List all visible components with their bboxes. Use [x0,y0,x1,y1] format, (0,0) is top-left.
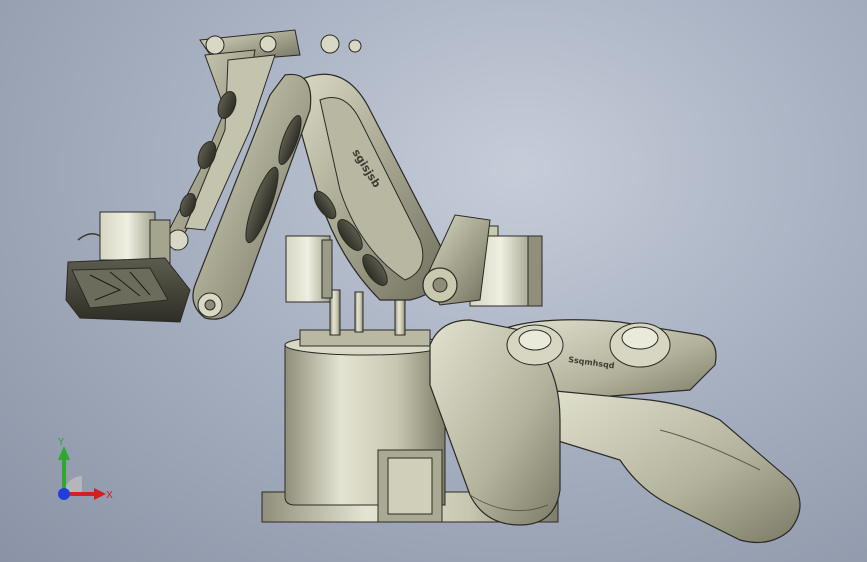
left-stepper-motor[interactable] [285,235,333,303]
x-axis-label: X [106,490,113,501]
y-axis-arrowhead [58,446,70,460]
graphics-viewport[interactable]: sgisjsb Ssqmhsqd Y X [0,0,867,562]
robot-arm-3d-model[interactable]: sgisjsb Ssqmhsqd [0,0,867,562]
z-axis-dot [58,488,70,500]
y-axis-label: Y [57,437,65,448]
gamepad-controller[interactable]: Ssqmhsqd [429,319,801,543]
coordinate-triad: Y X [57,437,113,501]
x-axis-arrowhead [94,488,106,500]
